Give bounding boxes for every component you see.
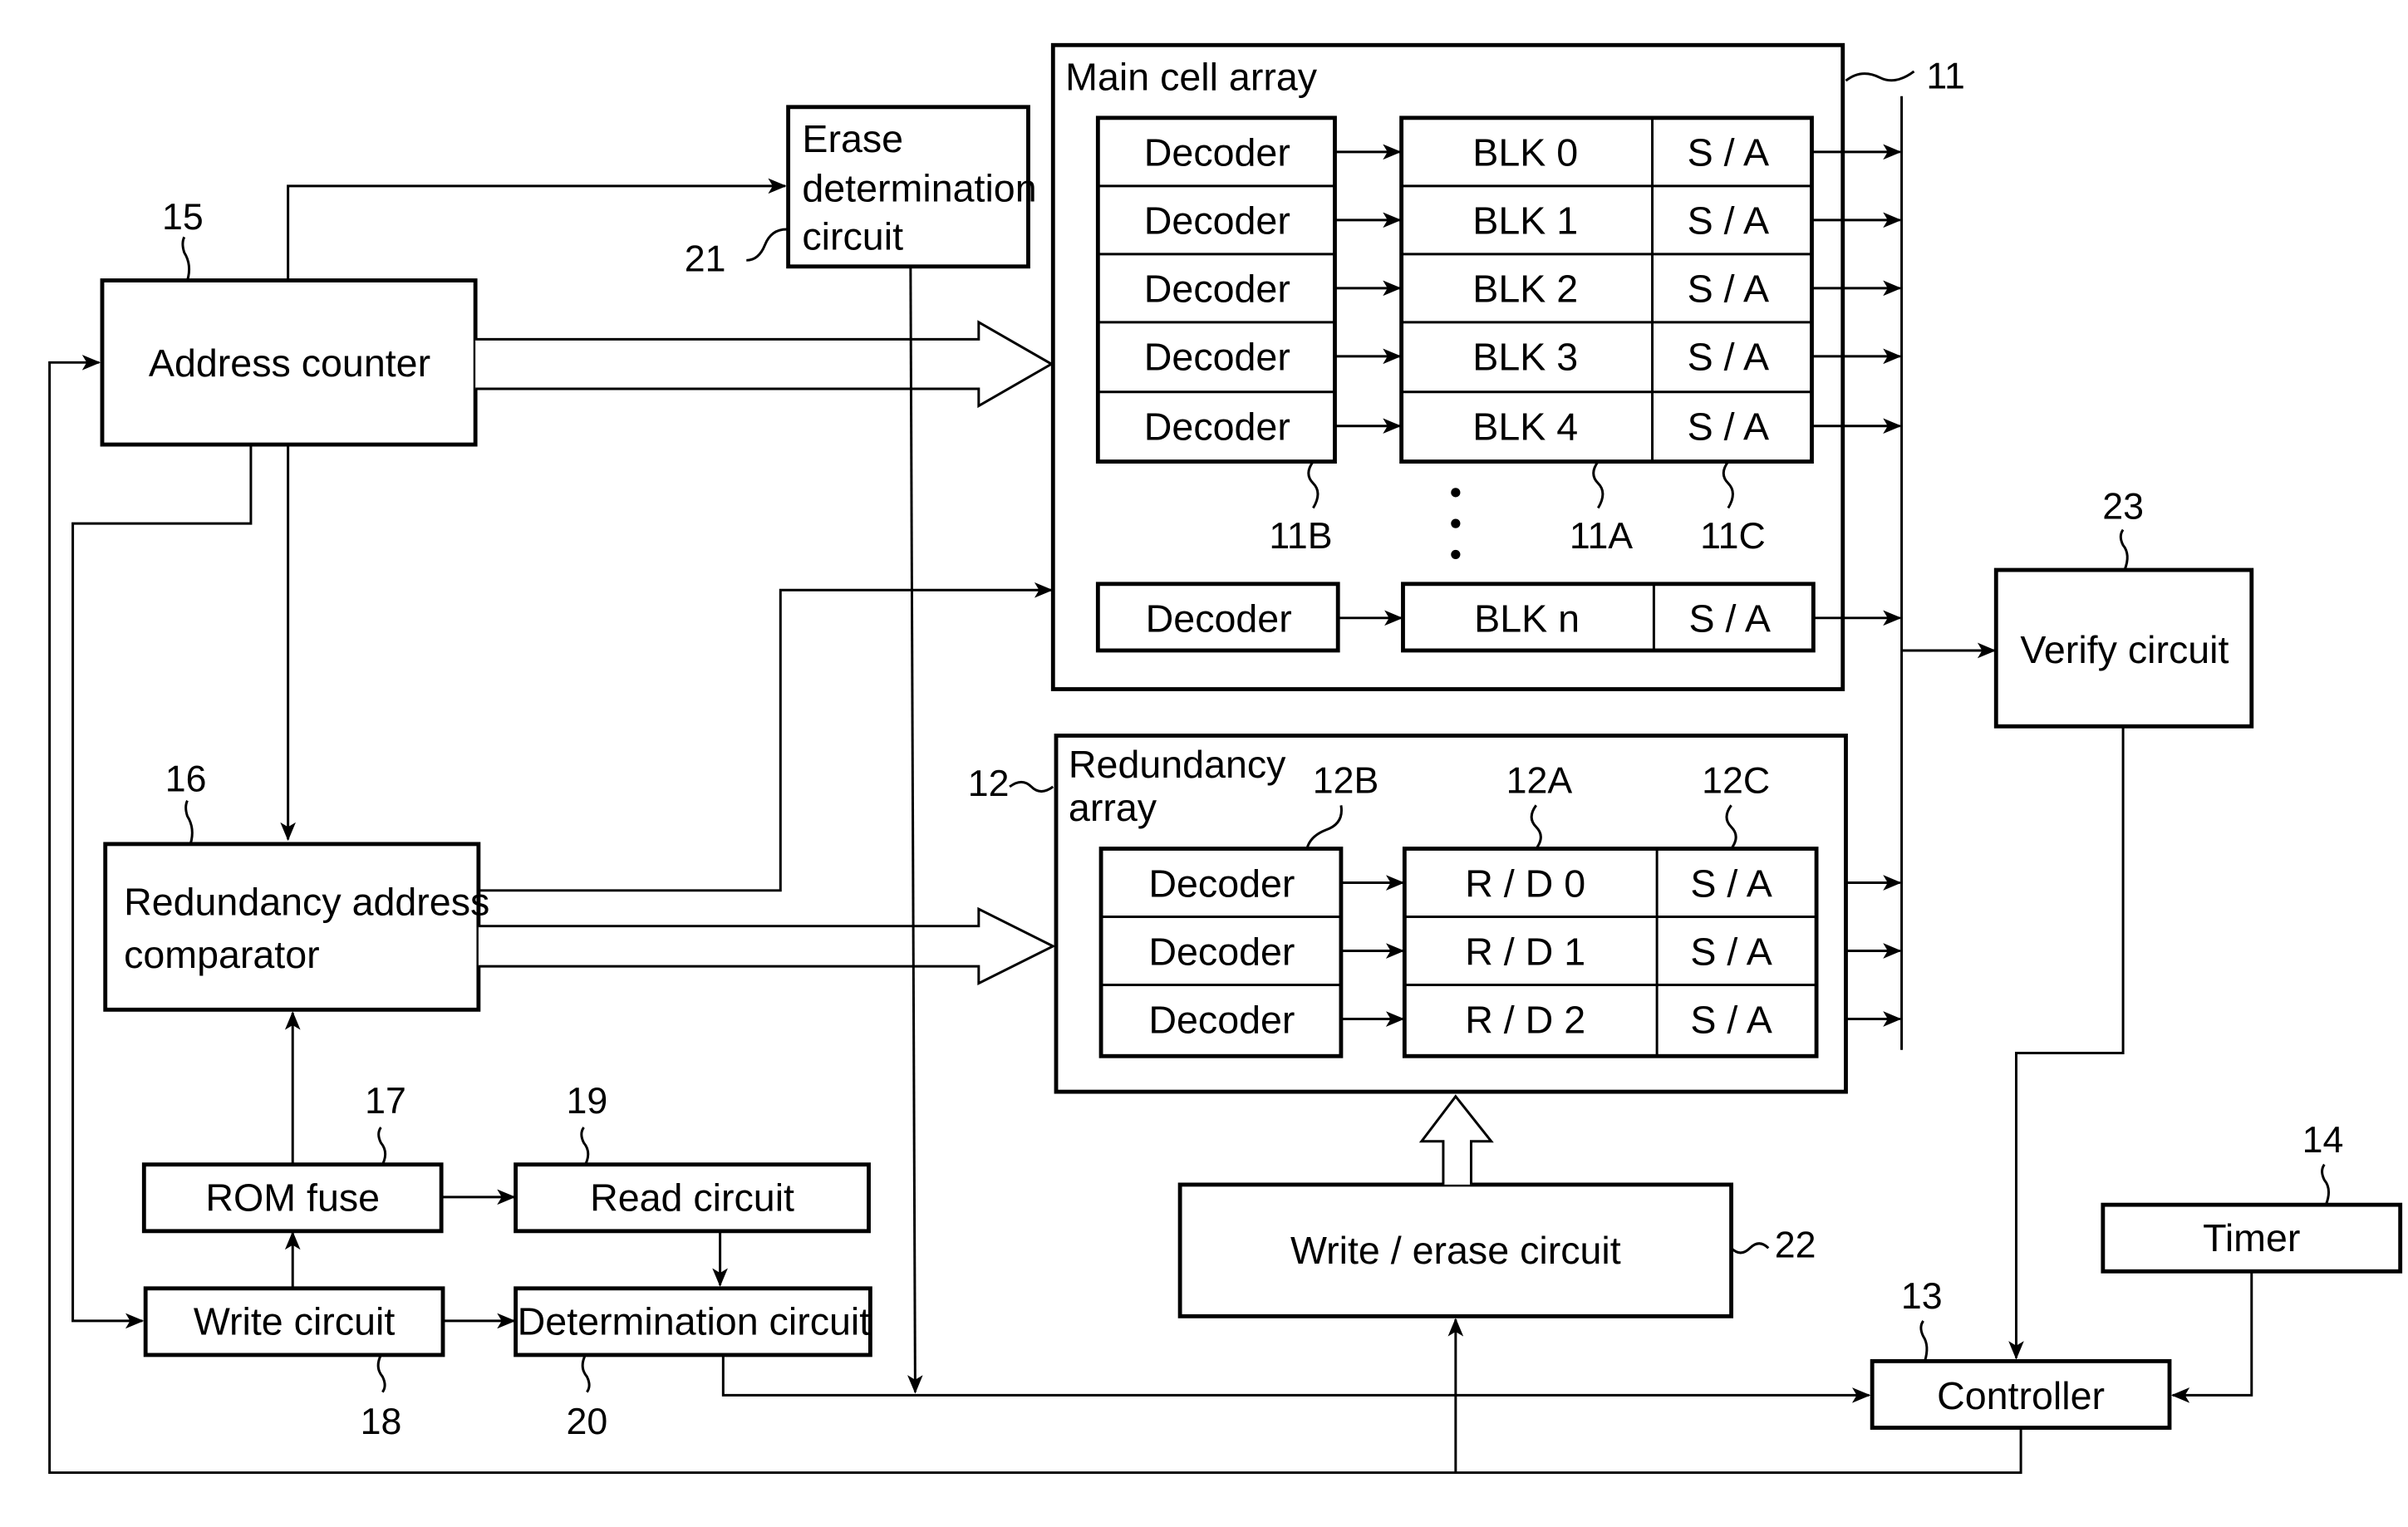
- rd-sense-amp-1: S / A: [1690, 930, 1772, 973]
- ref-11C: 11C: [1700, 516, 1766, 557]
- erase-determination-label-2: determination: [802, 166, 1036, 209]
- address-bus-arrow-main: [475, 320, 1054, 409]
- write-circuit: Write circuit 18: [143, 1286, 445, 1442]
- comparator-label-1: Redundancy address: [124, 881, 489, 924]
- ref-12B: 12B: [1313, 760, 1379, 801]
- ref-18: 18: [361, 1402, 402, 1442]
- block-blk-2: BLK 2: [1472, 268, 1578, 311]
- determination-circuit-label: Determination circuit: [518, 1300, 871, 1343]
- ref-21: 21: [685, 238, 726, 279]
- ref-16: 16: [165, 759, 207, 800]
- ref-leader-11: [1845, 70, 1915, 82]
- decoder-3: Decoder: [1144, 336, 1290, 379]
- erase-determination-circuit: Erase determination circuit 21: [685, 105, 1037, 279]
- ref-12C: 12C: [1702, 760, 1770, 801]
- verify-circuit-label: Verify circuit: [2020, 628, 2229, 671]
- ref-20: 20: [566, 1402, 607, 1442]
- block-blk-1: BLK 1: [1472, 199, 1578, 243]
- erase-determination-label-3: circuit: [802, 214, 903, 258]
- rd-decoder-2: Decoder: [1148, 998, 1295, 1041]
- write-erase-circuit: Write / erase circuit 22: [1177, 1182, 1816, 1318]
- ref-11: 11: [1926, 56, 1964, 96]
- block-blk-4: BLK 4: [1472, 405, 1578, 448]
- main-cell-array: Main cell array 11 Decoder Decoder Decod…: [1050, 42, 1965, 691]
- ref-15: 15: [162, 197, 204, 238]
- rd-decoder-1: Decoder: [1148, 930, 1295, 973]
- erase-to-controller-arrow: [907, 266, 923, 1394]
- block-diagram: Main cell array 11 Decoder Decoder Decod…: [48, 42, 2403, 1475]
- ref-14: 14: [2302, 1120, 2344, 1161]
- rd-block-1: R / D 1: [1465, 930, 1585, 973]
- decoder-4: Decoder: [1144, 405, 1290, 448]
- comparator-to-main-arrow: [478, 582, 1054, 892]
- timer: Timer 14: [2101, 1120, 2403, 1274]
- decoder-0: Decoder: [1144, 131, 1290, 174]
- rd-sense-amp-0: S / A: [1690, 862, 1772, 905]
- main-cell-array-title: Main cell array: [1065, 55, 1318, 98]
- ref-11B: 11B: [1269, 516, 1332, 557]
- sense-amp-3: S / A: [1688, 336, 1769, 379]
- determination-to-controller-arrow: [721, 1354, 1871, 1403]
- sense-amp-n: S / A: [1689, 597, 1771, 641]
- decoder-2: Decoder: [1144, 268, 1290, 311]
- ref-22: 22: [1775, 1225, 1816, 1266]
- sense-amp-1: S / A: [1688, 199, 1769, 243]
- controller: Controller 13: [1870, 1276, 2172, 1430]
- ref-11A: 11A: [1570, 516, 1633, 557]
- address-counter-label: Address counter: [149, 341, 430, 385]
- comparator-label-2: comparator: [124, 933, 320, 976]
- redundancy-array-title-2: array: [1069, 786, 1157, 829]
- ref-12A: 12A: [1506, 760, 1573, 801]
- determination-circuit: Determination circuit 20: [514, 1286, 872, 1442]
- rd-decoder-0: Decoder: [1148, 862, 1295, 905]
- rd-sense-amp-2: S / A: [1690, 998, 1772, 1041]
- controller-label: Controller: [1937, 1374, 2105, 1417]
- timer-label: Timer: [2203, 1216, 2300, 1259]
- sense-amp-2: S / A: [1688, 268, 1769, 311]
- block-blk-3: BLK 3: [1472, 336, 1578, 379]
- block-blk-0: BLK 0: [1472, 131, 1578, 174]
- read-circuit-label: Read circuit: [590, 1176, 794, 1220]
- timer-to-controller-arrow: [2170, 1271, 2253, 1403]
- read-circuit: Read circuit 19: [514, 1081, 871, 1234]
- decoder-n-label: Decoder: [1146, 597, 1292, 641]
- rd-block-0: R / D 0: [1465, 862, 1585, 905]
- rd-block-2: R / D 2: [1465, 998, 1585, 1041]
- sense-amp-0: S / A: [1688, 131, 1769, 174]
- redundancy-bus-arrow: [478, 906, 1056, 986]
- verify-circuit: Verify circuit 23: [1993, 487, 2254, 729]
- write-circuit-label: Write circuit: [194, 1300, 395, 1343]
- ref-12: 12: [968, 764, 1010, 804]
- block-blk-n: BLK n: [1474, 597, 1580, 641]
- decoder-1: Decoder: [1144, 199, 1290, 243]
- ref-19: 19: [566, 1081, 607, 1122]
- write-erase-circuit-label: Write / erase circuit: [1290, 1229, 1621, 1272]
- redundancy-array-title-1: Redundancy: [1069, 743, 1286, 786]
- rom-fuse-label: ROM fuse: [205, 1176, 380, 1220]
- sense-amp-4: S / A: [1688, 405, 1769, 448]
- write-erase-bus-arrow: [1418, 1094, 1494, 1185]
- erase-determination-label-1: Erase: [802, 117, 903, 160]
- redundancy-address-comparator: Redundancy address comparator 16: [103, 759, 489, 1012]
- ref-13: 13: [1901, 1276, 1943, 1317]
- redundancy-array: Redundancy array 12 12B 12A 12C Decoder …: [968, 734, 1848, 1094]
- ref-17: 17: [365, 1081, 406, 1122]
- ref-23: 23: [2102, 487, 2144, 528]
